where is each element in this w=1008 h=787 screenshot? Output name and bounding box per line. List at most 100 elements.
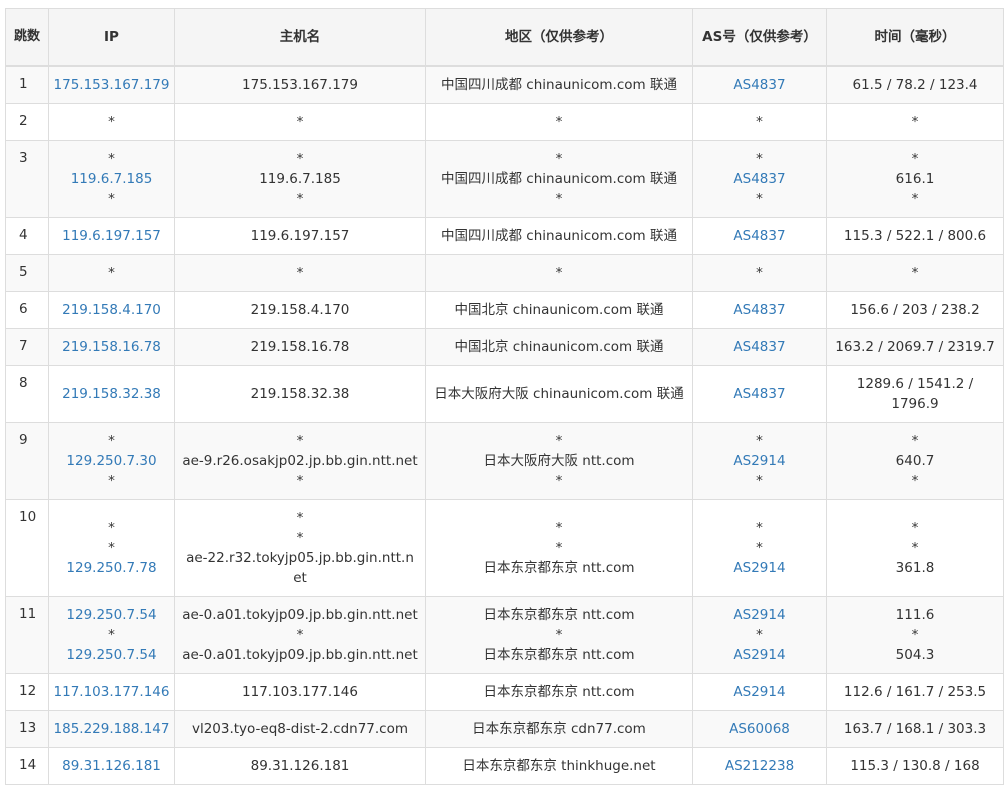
as-link[interactable]: AS4837 — [693, 169, 826, 189]
loc-text: * — [555, 432, 563, 449]
location-cell: * * 日本东京都东京 ntt.com — [425, 498, 693, 597]
header-hop: 跳数 — [5, 8, 49, 67]
table-row: 5 * * * * * — [5, 253, 1004, 292]
as-link[interactable]: AS212238 — [693, 756, 826, 776]
host-text: * — [296, 626, 304, 643]
time-cell: * 640.7 * — [826, 421, 1004, 500]
ip-link[interactable]: 119.6.197.157 — [49, 226, 174, 246]
host-text: * — [296, 432, 304, 449]
ip-text: * — [108, 539, 115, 556]
as-link[interactable]: AS4837 — [693, 300, 826, 320]
header-row: 跳数 IP 主机名 地区（仅供参考） AS号（仅供参考） 时间（毫秒） — [5, 8, 1004, 67]
time-text: 616.1 — [895, 170, 935, 187]
hostname-cell: 119.6.197.157 — [174, 216, 426, 255]
host-text: * — [296, 150, 304, 167]
as-link[interactable]: AS2914 — [693, 682, 826, 702]
as-cell: AS2914 * AS2914 — [692, 595, 827, 674]
ip-cell: 219.158.4.170 — [48, 290, 175, 329]
as-cell: AS4837 — [692, 290, 827, 329]
hostname-cell: * * ae-22.r32.tokyjp05.jp.bb.gin.ntt.net — [174, 498, 426, 597]
as-link[interactable]: AS4837 — [693, 384, 826, 404]
as-link[interactable]: AS4837 — [693, 75, 826, 95]
hostname-cell: vl203.tyo-eq8-dist-2.cdn77.com — [174, 709, 426, 748]
ip-link[interactable]: 219.158.4.170 — [49, 300, 174, 320]
location-cell: * 中国四川成都 chinaunicom.com 联通 * — [425, 139, 693, 218]
as-text: * — [756, 150, 763, 167]
as-text: * — [756, 113, 763, 130]
table-row: 9 * 129.250.7.30 * * ae-9.r26.osakjp02.jp.bb.… — [5, 421, 1004, 500]
host-text: * — [296, 113, 304, 130]
table-row: 3 * 119.6.7.185 * * 119.6.7.185 * * 中国四川成都 china… — [5, 139, 1004, 218]
header-as: AS号（仅供参考） — [692, 8, 827, 67]
as-cell: * — [692, 102, 827, 141]
time-text: 112.6 / 161.7 / 253.5 — [843, 683, 987, 700]
ip-cell: * — [48, 102, 175, 141]
ip-link[interactable]: 129.250.7.54 — [49, 645, 174, 665]
host-text: 219.158.16.78 — [250, 338, 350, 355]
as-text: * — [756, 626, 763, 643]
time-cell: 112.6 / 161.7 / 253.5 — [826, 672, 1004, 711]
host-text: 119.6.7.185 — [259, 170, 341, 187]
loc-text: 日本东京都东京 ntt.com — [483, 646, 635, 663]
hop-cell: 8 — [5, 364, 49, 423]
loc-text: 日本大阪府大阪 chinaunicom.com 联通 — [434, 385, 684, 402]
hop-cell: 4 — [5, 216, 49, 255]
host-text: ae-9.r26.osakjp02.jp.bb.gin.ntt.net — [182, 452, 418, 469]
hop-cell: 14 — [5, 746, 49, 785]
as-link[interactable]: AS2914 — [693, 558, 826, 578]
ip-cell: * * 129.250.7.78 — [48, 498, 175, 597]
loc-text: * — [555, 264, 563, 281]
time-text: * — [911, 113, 919, 130]
ip-link[interactable]: 219.158.32.38 — [49, 384, 174, 404]
hop-cell: 11 — [5, 595, 49, 674]
hop-cell: 3 — [5, 139, 49, 218]
ip-cell: 119.6.197.157 — [48, 216, 175, 255]
as-link[interactable]: AS2914 — [693, 645, 826, 665]
ip-link[interactable]: 129.250.7.54 — [49, 605, 174, 625]
hostname-cell: * 119.6.7.185 * — [174, 139, 426, 218]
header-ip: IP — [48, 8, 175, 67]
as-link[interactable]: AS4837 — [693, 337, 826, 357]
host-text: * — [296, 264, 304, 281]
ip-cell: * 129.250.7.30 * — [48, 421, 175, 500]
as-text: * — [756, 432, 763, 449]
ip-link[interactable]: 175.153.167.179 — [49, 75, 174, 95]
table-row: 13 185.229.188.147 vl203.tyo-eq8-dist-2.cd… — [5, 709, 1004, 748]
time-text: 163.2 / 2069.7 / 2319.7 — [835, 338, 995, 355]
time-cell: * — [826, 253, 1004, 292]
as-link[interactable]: AS4837 — [693, 226, 826, 246]
time-text: * — [911, 432, 919, 449]
table-row: 14 89.31.126.181 89.31.126.181 日本东京都东京 thin… — [5, 746, 1004, 785]
header-hostname: 主机名 — [174, 8, 426, 67]
as-link[interactable]: AS2914 — [693, 605, 826, 625]
host-text: ae-22.r32.tokyjp05.jp.bb.gin.ntt.net — [186, 549, 414, 586]
ip-link[interactable]: 129.250.7.30 — [49, 451, 174, 471]
as-link[interactable]: AS60068 — [693, 719, 826, 739]
ip-link[interactable]: 185.229.188.147 — [49, 719, 174, 739]
ip-link[interactable]: 119.6.7.185 — [49, 169, 174, 189]
location-cell: * — [425, 253, 693, 292]
ip-text: * — [108, 190, 115, 207]
as-link[interactable]: AS2914 — [693, 451, 826, 471]
hop-cell: 13 — [5, 709, 49, 748]
time-cell: * * 361.8 — [826, 498, 1004, 597]
loc-text: * — [555, 626, 563, 643]
location-cell: 日本东京都东京 cdn77.com — [425, 709, 693, 748]
ip-link[interactable]: 89.31.126.181 — [49, 756, 174, 776]
host-text: vl203.tyo-eq8-dist-2.cdn77.com — [191, 720, 409, 737]
hostname-cell: * ae-9.r26.osakjp02.jp.bb.gin.ntt.net * — [174, 421, 426, 500]
host-text: * — [296, 529, 304, 546]
ip-link[interactable]: 117.103.177.146 — [49, 682, 174, 702]
ip-link[interactable]: 129.250.7.78 — [49, 558, 174, 578]
ip-text: * — [108, 264, 115, 281]
time-text: * — [911, 539, 919, 556]
loc-text: 中国北京 chinaunicom.com 联通 — [454, 338, 664, 355]
location-cell: 日本东京都东京 ntt.com — [425, 672, 693, 711]
host-text: 117.103.177.146 — [242, 683, 358, 700]
ip-link[interactable]: 219.158.16.78 — [49, 337, 174, 357]
ip-text: * — [108, 626, 115, 643]
as-cell: AS4837 — [692, 327, 827, 366]
ip-cell: 89.31.126.181 — [48, 746, 175, 785]
loc-text: * — [555, 519, 563, 536]
host-text: 219.158.4.170 — [250, 301, 350, 318]
